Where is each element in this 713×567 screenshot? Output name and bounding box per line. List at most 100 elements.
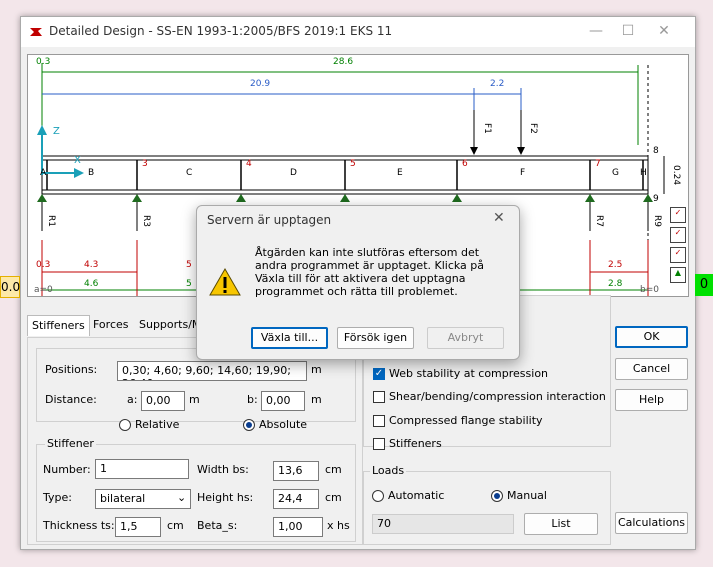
- beta-select[interactable]: 1,00: [273, 517, 323, 537]
- section-label: E: [397, 168, 403, 178]
- support-label: R7: [594, 215, 604, 227]
- manual-radio[interactable]: [491, 490, 503, 502]
- stiffener-group-title: Stiffener: [45, 437, 96, 450]
- end-a-label: a=0: [34, 285, 53, 295]
- distance-label: Distance:: [45, 393, 97, 406]
- flange-stability-label: Compressed flange stability: [389, 414, 543, 427]
- beta-label: Beta_s:: [197, 519, 238, 532]
- dimension-tool-icon[interactable]: ✓: [670, 227, 686, 243]
- help-button[interactable]: Help: [615, 389, 688, 411]
- calculations-button[interactable]: Calculations: [615, 512, 688, 534]
- section-label: F: [520, 168, 526, 178]
- automatic-radio[interactable]: [372, 490, 384, 502]
- left-side-tag: 0.0: [0, 276, 20, 298]
- width-label: Width bs:: [197, 463, 249, 476]
- automatic-label: Automatic: [388, 489, 445, 502]
- relative-radio[interactable]: [119, 419, 131, 431]
- dim-top-left: 0.3: [36, 57, 51, 67]
- dim-load-2: 2.2: [490, 79, 505, 89]
- app-logo-icon: [29, 25, 43, 39]
- maximize-icon[interactable]: ☐: [613, 23, 643, 39]
- thickness-input[interactable]: 1,5: [115, 517, 161, 537]
- axis-x-label: X: [74, 155, 81, 166]
- shear-interaction-checkbox[interactable]: [373, 391, 385, 403]
- window-title: Detailed Design - SS-EN 1993-1:2005/BFS …: [49, 24, 393, 38]
- stiffeners-check-label: Stiffeners: [389, 437, 442, 450]
- number-stepper[interactable]: 1: [95, 459, 189, 479]
- stiffener-number: 3: [142, 159, 148, 169]
- dim-lower-red: 4.3: [84, 260, 99, 270]
- manual-label: Manual: [507, 489, 547, 502]
- diagram-toolbar: ✓ ✓ ✓ ▲: [668, 207, 686, 295]
- retry-button[interactable]: Försök igen: [337, 327, 414, 349]
- minimize-icon[interactable]: —: [581, 23, 611, 39]
- ok-button[interactable]: OK: [615, 326, 688, 348]
- tab-forces[interactable]: Forces: [89, 315, 133, 335]
- absolute-label: Absolute: [259, 418, 308, 431]
- dim-lower-red: 0.3: [36, 260, 51, 270]
- height-label: Height hs:: [197, 491, 254, 504]
- width-input[interactable]: 13,6: [273, 461, 319, 481]
- loads-value-field: 70: [372, 514, 514, 534]
- stiffener-group: Stiffener Number: 1 Width bs: 13,6 cm Ty…: [36, 437, 356, 542]
- loads-group: Loads Automatic Manual 70 List: [363, 464, 611, 545]
- tab-strip: Stiffeners Forces Supports/Mem: [27, 315, 217, 337]
- dim-lower-green: 4.6: [84, 279, 99, 289]
- relative-label: Relative: [135, 418, 180, 431]
- support-label: R3: [141, 215, 151, 227]
- section-label: A: [40, 168, 47, 178]
- dim-height: 0.24: [671, 165, 681, 186]
- dialog-title: Servern är upptagen: [207, 213, 332, 227]
- thickness-label: Thickness ts:: [43, 519, 115, 532]
- load-label: F2: [528, 123, 538, 134]
- distance-b-input[interactable]: 0,00: [261, 391, 305, 411]
- end-b-label: b=0: [640, 285, 659, 295]
- distance-a-input[interactable]: 0,00: [141, 391, 185, 411]
- dialog-cancel-button: Avbryt: [427, 327, 504, 349]
- list-button[interactable]: List: [524, 513, 598, 535]
- axis-z-label: Z: [53, 126, 60, 137]
- stiffener-tool-icon[interactable]: ✓: [670, 207, 686, 223]
- flange-stability-checkbox[interactable]: [373, 415, 385, 427]
- stiffeners-panel: Positions: 0,30; 4,60; 9,60; 14,60; 19,9…: [27, 337, 363, 545]
- dim-lower-red: 2.5: [608, 260, 623, 270]
- dialog-message: Åtgärden kan inte slutföras eftersom det…: [255, 246, 485, 298]
- load-tool-icon[interactable]: ✓: [670, 247, 686, 263]
- type-label: Type:: [43, 491, 72, 504]
- cancel-button[interactable]: Cancel: [615, 358, 688, 380]
- positions-unit: m: [311, 363, 322, 376]
- height-unit: cm: [325, 491, 342, 504]
- distance-a-label: a:: [127, 393, 138, 406]
- beta-unit: x hs: [327, 519, 350, 532]
- dim-lower-green: 5: [186, 279, 192, 289]
- dim-load-1: 20.9: [250, 79, 271, 89]
- title-bar: Detailed Design - SS-EN 1993-1:2005/BFS …: [21, 17, 695, 47]
- dim-lower-red: 5: [186, 260, 192, 270]
- shear-interaction-label: Shear/bending/compression interaction: [389, 390, 606, 403]
- height-input[interactable]: 24,4: [273, 489, 319, 509]
- dim-lower-green: 2.8: [608, 279, 623, 289]
- absolute-radio[interactable]: [243, 419, 255, 431]
- web-stability-label: Web stability at compression: [389, 367, 549, 380]
- close-icon[interactable]: ✕: [649, 23, 679, 39]
- section-label: D: [290, 168, 297, 178]
- stiffener-number: 6: [462, 159, 468, 169]
- support-label: R1: [46, 215, 56, 227]
- switch-to-button[interactable]: Växla till...: [251, 327, 328, 349]
- section-label: H: [640, 168, 647, 178]
- chevron-down-icon[interactable]: ⌄: [177, 491, 186, 504]
- distance-b-label: b:: [247, 393, 258, 406]
- server-busy-dialog: Servern är upptagen ✕ Åtgärden kan inte …: [196, 205, 520, 360]
- dialog-close-icon[interactable]: ✕: [493, 210, 505, 226]
- web-stability-checkbox[interactable]: ✓: [373, 368, 385, 380]
- stiffener-number: 4: [246, 159, 252, 169]
- positions-input[interactable]: 0,30; 4,60; 9,60; 14,60; 19,90; 26,40: [117, 361, 307, 381]
- positions-label: Positions:: [45, 363, 98, 376]
- thickness-unit: cm: [167, 519, 184, 532]
- section-label: C: [186, 168, 193, 178]
- stiffener-number: 5: [350, 159, 356, 169]
- stiffeners-checkbox[interactable]: [373, 438, 385, 450]
- tab-stiffeners[interactable]: Stiffeners: [27, 315, 90, 336]
- stiffener-number: 7: [595, 159, 601, 169]
- support-tool-icon[interactable]: ▲: [670, 267, 686, 283]
